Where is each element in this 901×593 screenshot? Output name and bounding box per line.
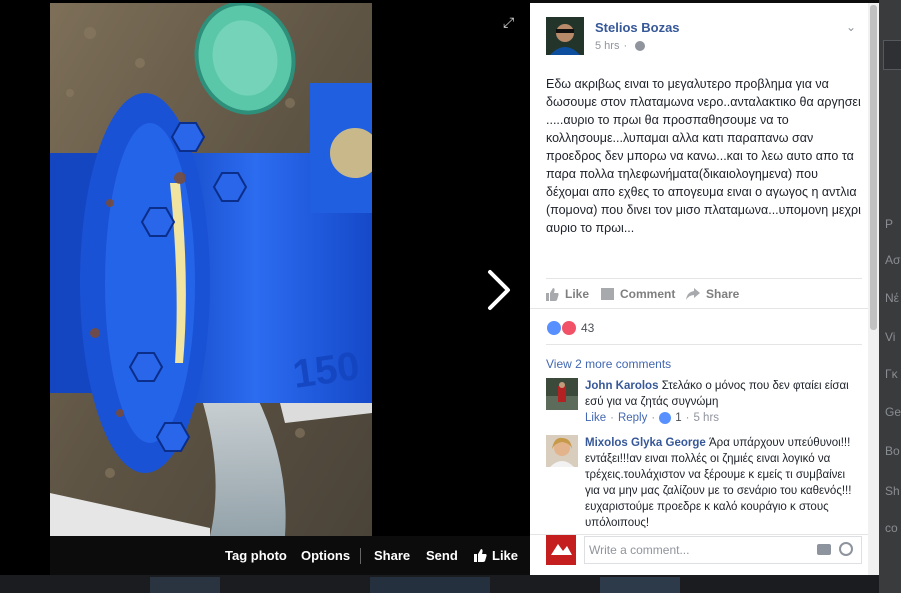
- commenter-avatar[interactable]: [546, 435, 578, 467]
- background-fragment: Ασ: [885, 253, 901, 267]
- like-thumb-icon: [546, 287, 559, 301]
- comment-button[interactable]: Comment: [601, 287, 675, 301]
- next-arrow-icon: [488, 270, 510, 310]
- post-photo[interactable]: 150: [50, 3, 372, 536]
- like-reaction-icon[interactable]: [546, 320, 562, 336]
- scrollbar-thumb[interactable]: [870, 5, 877, 330]
- globe-icon: [635, 41, 646, 51]
- next-photo-button[interactable]: [484, 268, 514, 312]
- background-fragment: Γκ: [885, 367, 898, 381]
- background-fragment: P: [885, 217, 894, 231]
- background-page-bottom: [0, 575, 879, 593]
- comment-time[interactable]: 5 hrs: [693, 412, 719, 424]
- background-fragment: Ge: [885, 405, 901, 419]
- comment: John Karolos Στελάκο ο μόνος που δεν φτα…: [585, 378, 863, 410]
- water-pipe-photo: 150: [50, 3, 372, 536]
- share-button[interactable]: Share: [686, 287, 739, 301]
- commenter-avatar[interactable]: [546, 378, 578, 410]
- comment-label: Comment: [620, 287, 676, 301]
- background-thumb: [883, 40, 901, 70]
- divider: [360, 548, 361, 564]
- reaction-count[interactable]: 43: [581, 321, 594, 335]
- comment-reply-button[interactable]: Reply: [618, 412, 647, 424]
- emoji-icon[interactable]: [839, 542, 853, 556]
- background-fragment: Bo: [885, 444, 900, 458]
- love-reaction-icon[interactable]: [561, 320, 577, 336]
- view-more-comments-link[interactable]: View 2 more comments: [546, 357, 671, 371]
- background-page: P Ασ Νέ Vi Γκ Ge Bo Sh co: [879, 0, 901, 593]
- background-fragment: Vi: [885, 330, 896, 344]
- chevron-down-icon[interactable]: ⌄: [846, 20, 856, 34]
- comment-text: Άρα υπάρχουν υπεύθυνοι!!!εντάξει!!!αν ει…: [585, 437, 852, 529]
- comment-actions: Like · Reply · 1 · 5 hrs: [585, 412, 720, 424]
- background-fragment: Νέ: [885, 291, 900, 305]
- expand-icon[interactable]: ⤢: [503, 15, 517, 29]
- like-photo-label: Like: [492, 548, 519, 563]
- divider: [530, 534, 868, 535]
- post-author-name[interactable]: Stelios Bozas: [595, 20, 680, 35]
- comment: Mixolos Glyka George Άρα υπάρχουν υπεύθυ…: [585, 435, 863, 531]
- divider: [530, 308, 868, 309]
- current-user-avatar: [546, 535, 576, 565]
- like-button[interactable]: Like: [546, 287, 589, 301]
- options-button[interactable]: Options: [301, 548, 350, 563]
- like-label: Like: [565, 287, 590, 301]
- post-time[interactable]: 5 hrs: [595, 40, 619, 52]
- divider: [546, 344, 862, 345]
- photo-action-bar: [50, 536, 530, 575]
- svg-text:150: 150: [290, 344, 362, 397]
- post-meta: 5 hrs ·: [595, 40, 646, 52]
- comment-icon: [601, 288, 614, 300]
- comment-like-count[interactable]: 1: [675, 412, 681, 424]
- commenter-name[interactable]: Mixolos Glyka George: [585, 437, 706, 449]
- camera-icon[interactable]: [817, 544, 831, 555]
- like-reaction-icon: [659, 412, 672, 424]
- background-fragment: co: [885, 521, 898, 535]
- send-photo-button[interactable]: Send: [426, 548, 458, 563]
- like-photo-button[interactable]: Like: [474, 548, 518, 563]
- like-thumb-icon: [474, 549, 487, 562]
- share-label: Share: [706, 287, 740, 301]
- post-text: Εδω ακριβως ειναι το μεγαλυτερο προβλημα…: [546, 77, 861, 235]
- author-avatar[interactable]: [546, 17, 584, 55]
- share-arrow-icon: [686, 288, 700, 300]
- background-fragment: Sh: [885, 484, 900, 498]
- share-photo-button[interactable]: Share: [374, 548, 410, 563]
- tag-photo-button[interactable]: Tag photo: [225, 548, 287, 563]
- comment-input-placeholder: Write a comment...: [589, 543, 690, 557]
- commenter-name[interactable]: John Karolos: [585, 380, 658, 392]
- comment-like-button[interactable]: Like: [585, 412, 606, 424]
- divider: [546, 278, 862, 279]
